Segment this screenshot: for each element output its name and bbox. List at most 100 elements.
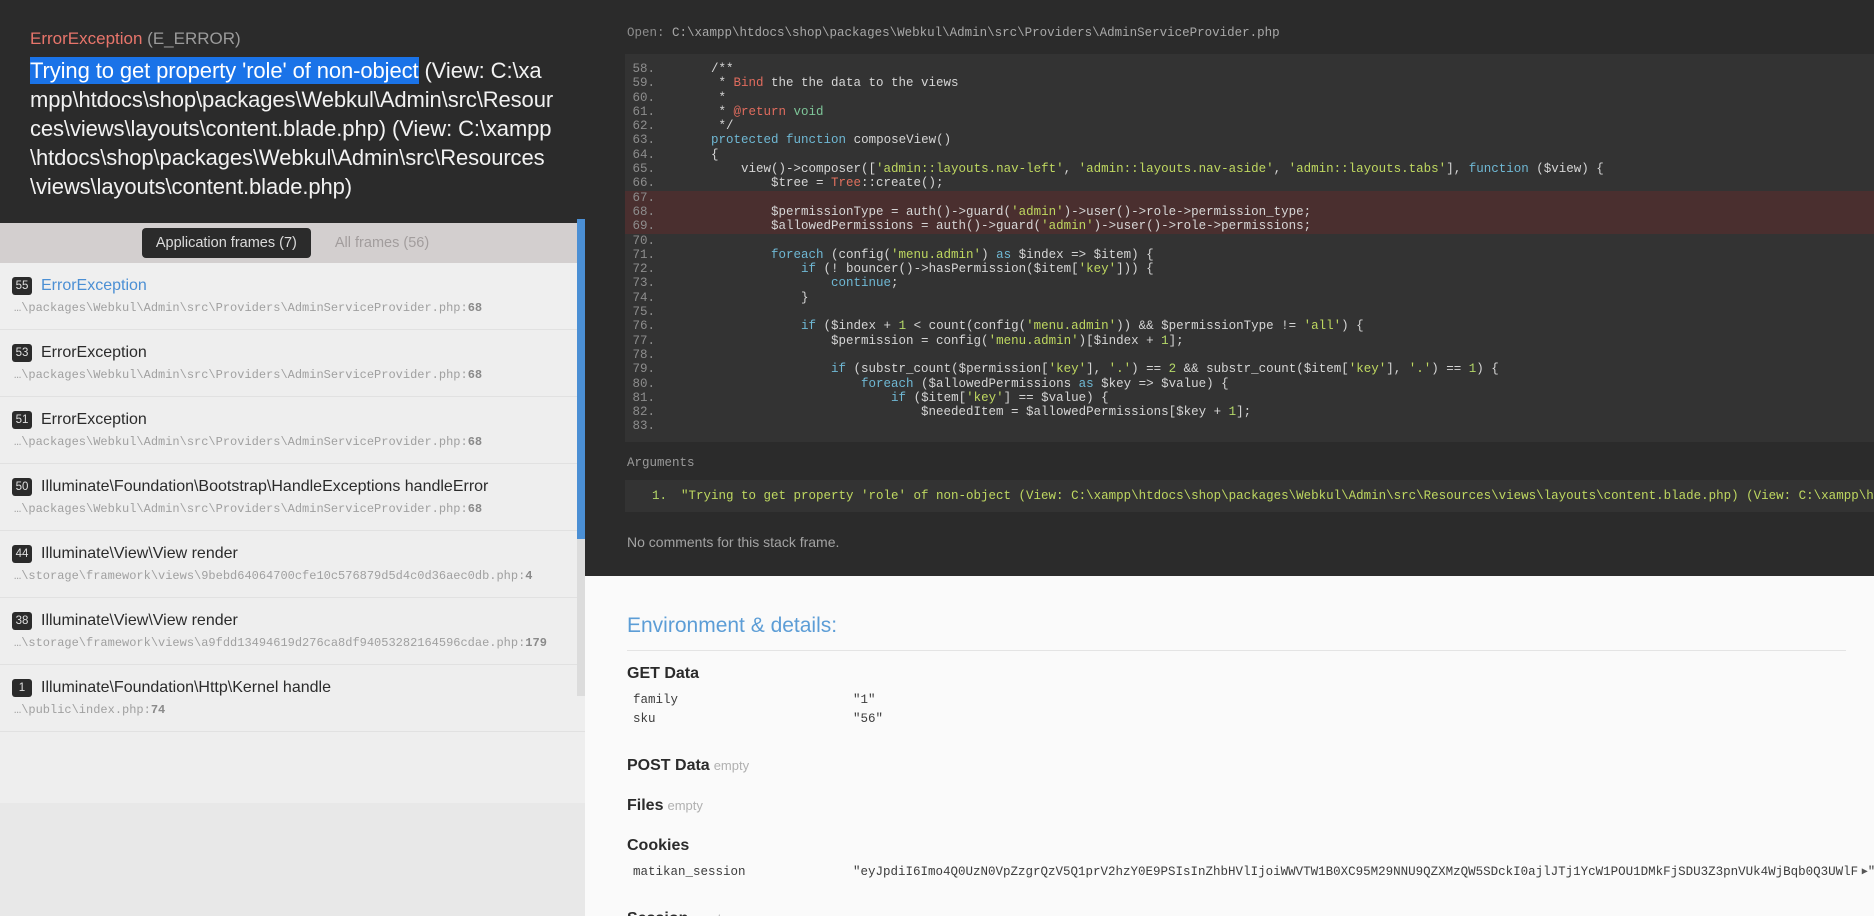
code-line: 74. } xyxy=(625,291,1874,305)
code-line: 65. view()->composer(['admin::layouts.na… xyxy=(625,162,1874,176)
code-line: 78. xyxy=(625,348,1874,362)
frame-file-path: …\public\index.php:74 xyxy=(12,703,565,717)
frames-list[interactable]: 55 ErrorException …\packages\Webkul\Admin\… xyxy=(0,263,585,804)
frame-name: ErrorException xyxy=(41,277,147,295)
frame-title-row: 53 ErrorException xyxy=(12,344,565,363)
environment-row: family "1" xyxy=(633,691,1874,710)
frame-item[interactable]: 50 Illuminate\Foundation\Bootstrap\Handle… xyxy=(0,464,585,532)
frame-name: Illuminate\View\View render xyxy=(41,545,238,563)
code-line-text: protected function composeView() xyxy=(711,133,952,148)
code-line-text: if (! bouncer()->hasPermission($item['ke… xyxy=(801,262,1154,277)
code-line-text: * @return void xyxy=(681,104,824,119)
environment-value: "56" xyxy=(853,711,884,726)
exception-header: ErrorException (E_ERROR) Trying to get p… xyxy=(0,0,585,224)
code-line-number: 75. xyxy=(632,305,655,320)
frame-file-path: …\packages\Webkul\Admin\src\Providers\Ad… xyxy=(12,368,565,382)
frame-file-line: 68 xyxy=(467,502,483,517)
exception-message: Trying to get property 'role' of non-obj… xyxy=(30,56,555,201)
code-line: 73. continue; xyxy=(625,276,1874,290)
code-line-number: 68. xyxy=(632,204,655,219)
code-line-number: 76. xyxy=(632,319,655,334)
environment-group-empty-label: empty xyxy=(667,797,703,813)
code-line-text: foreach (config('menu.admin') as $index … xyxy=(771,247,1154,262)
frame-title-row: 50 Illuminate\Foundation\Bootstrap\Handle… xyxy=(12,478,565,497)
frame-number: 44 xyxy=(12,545,32,564)
argument-row: 1. "Trying to get property 'role' of non… xyxy=(625,489,1874,503)
frame-number: 38 xyxy=(12,612,32,631)
argument-value: "Trying to get property 'role' of non-ob… xyxy=(681,488,1874,503)
no-comments-text: No comments for this stack frame. xyxy=(585,511,1874,576)
environment-group: GET Data family "1" sku "56" xyxy=(585,651,1874,743)
left-panel: ErrorException (E_ERROR) Trying to get p… xyxy=(0,0,585,916)
code-line-text: { xyxy=(681,147,719,162)
frame-item[interactable]: 1 Illuminate\Foundation\Http\Kernel handl… xyxy=(0,665,585,733)
frame-item[interactable]: 44 Illuminate\View\View render …\storage\f… xyxy=(0,531,585,599)
code-line-number: 79. xyxy=(632,362,655,377)
frame-number: 50 xyxy=(12,478,32,497)
frame-item[interactable]: 38 Illuminate\View\View render …\storage\f… xyxy=(0,598,585,666)
exception-message-selected: Trying to get property 'role' of non-obj… xyxy=(30,57,419,85)
environment-table: family "1" sku "56" xyxy=(585,691,1874,729)
code-line-number: 69. xyxy=(632,219,655,234)
environment-key: sku xyxy=(633,711,656,726)
open-path-value: C:\xampp\htdocs\shop\packages\Webkul\Adm… xyxy=(672,26,1280,40)
exception-type: (E_ERROR) xyxy=(147,29,241,48)
code-line: 79. if (substr_count($permission['key'],… xyxy=(625,362,1874,376)
arguments-label: Arguments xyxy=(627,455,695,470)
frame-file-prefix: …\packages\Webkul\Admin\src\Providers\Ad… xyxy=(14,368,468,383)
frame-file-line: 68 xyxy=(467,301,483,316)
frame-file-line: 4 xyxy=(525,569,533,584)
tab-application-frames[interactable]: Application frames (7) xyxy=(141,228,311,259)
code-line: 66. $tree = Tree::create(); xyxy=(625,176,1874,190)
code-line-text: if (substr_count($permission['key'], '.'… xyxy=(831,362,1499,377)
frame-file-prefix: …\storage\framework\views\9bebd64064700c… xyxy=(14,569,526,584)
code-line-number: 71. xyxy=(632,247,655,262)
environment-group-empty-label: empty xyxy=(713,757,750,773)
code-line: 80. foreach ($allowedPermissions as $key… xyxy=(625,377,1874,391)
code-line: 61. * @return void xyxy=(625,105,1874,119)
frame-file-path: …\storage\framework\views\a9fdd13494619d… xyxy=(12,636,565,650)
code-line-text: foreach ($allowedPermissions as $key => … xyxy=(861,376,1229,391)
open-label: Open: xyxy=(627,26,665,40)
code-line: 70. xyxy=(625,234,1874,248)
frame-file-line: 68 xyxy=(467,435,483,450)
frame-item[interactable]: 53 ErrorException …\packages\Webkul\Admin\… xyxy=(0,330,585,398)
frame-file-path: …\storage\framework\views\9bebd64064700c… xyxy=(12,569,565,583)
frame-item[interactable]: 55 ErrorException …\packages\Webkul\Admin\… xyxy=(0,263,585,331)
environment-groups: GET Data family "1" sku "56" POST Data empty Fi… xyxy=(585,651,1874,916)
environment-table: matikan_session "eyJpdiI6Imo4Q0UzN0VpZzgr… xyxy=(585,863,1874,882)
environment-group-heading: POST Data empty xyxy=(585,757,1874,775)
environment-group: Cookies matikan_session "eyJpdiI6Imo4Q0UzN… xyxy=(585,823,1874,896)
environment-row: sku "56" xyxy=(633,710,1874,729)
frame-item[interactable]: 51 ErrorException …\packages\Webkul\Admin\… xyxy=(0,397,585,465)
frame-number: 51 xyxy=(12,411,32,430)
right-panel: Open: C:\xampp\htdocs\shop\packages\Webk… xyxy=(585,0,1874,916)
code-line-text: if ($index + 1 < count(config('menu.admi… xyxy=(801,319,1364,334)
frame-name: Illuminate\View\View render xyxy=(41,612,238,630)
environment-group-heading: Session empty xyxy=(585,910,1874,916)
environment-group-empty-label: empty xyxy=(692,911,727,916)
code-line-number: 63. xyxy=(632,133,655,148)
code-line-text: $permission = config('menu.admin')[$inde… xyxy=(681,333,1184,348)
frame-name: Illuminate\Foundation\Bootstrap\HandleEx… xyxy=(41,478,489,496)
code-line-number: 58. xyxy=(632,62,655,76)
code-line-number: 60. xyxy=(632,90,655,105)
exception-class-line: ErrorException (E_ERROR) xyxy=(30,28,555,50)
code-line: 72. if (! bouncer()->hasPermission($item… xyxy=(625,262,1874,276)
arguments-box: 1. "Trying to get property 'role' of non… xyxy=(625,479,1874,512)
frame-name: ErrorException xyxy=(41,344,147,362)
environment-row: matikan_session "eyJpdiI6Imo4Q0UzN0VpZzgr… xyxy=(633,863,1874,882)
code-line: 64. { xyxy=(625,148,1874,162)
frame-title-row: 44 Illuminate\View\View render xyxy=(12,545,565,564)
code-line-text: $allowedPermissions = auth()->guard('adm… xyxy=(681,219,1312,234)
frame-name: Illuminate\Foundation\Http\Kernel handle xyxy=(41,679,331,697)
environment-group-title: Session xyxy=(627,910,688,916)
tab-all-frames[interactable]: All frames (56) xyxy=(321,228,443,258)
code-line-number: 62. xyxy=(632,119,655,134)
code-block[interactable]: 58. /** 59. * Bind the the data to the vi… xyxy=(625,54,1874,442)
frame-number: 53 xyxy=(12,344,32,363)
frames-scrollbar-thumb[interactable] xyxy=(577,219,585,539)
frame-file-prefix: …\packages\Webkul\Admin\src\Providers\Ad… xyxy=(14,502,468,517)
frames-nav: Application frames (7) All frames (56) xyxy=(0,223,585,264)
